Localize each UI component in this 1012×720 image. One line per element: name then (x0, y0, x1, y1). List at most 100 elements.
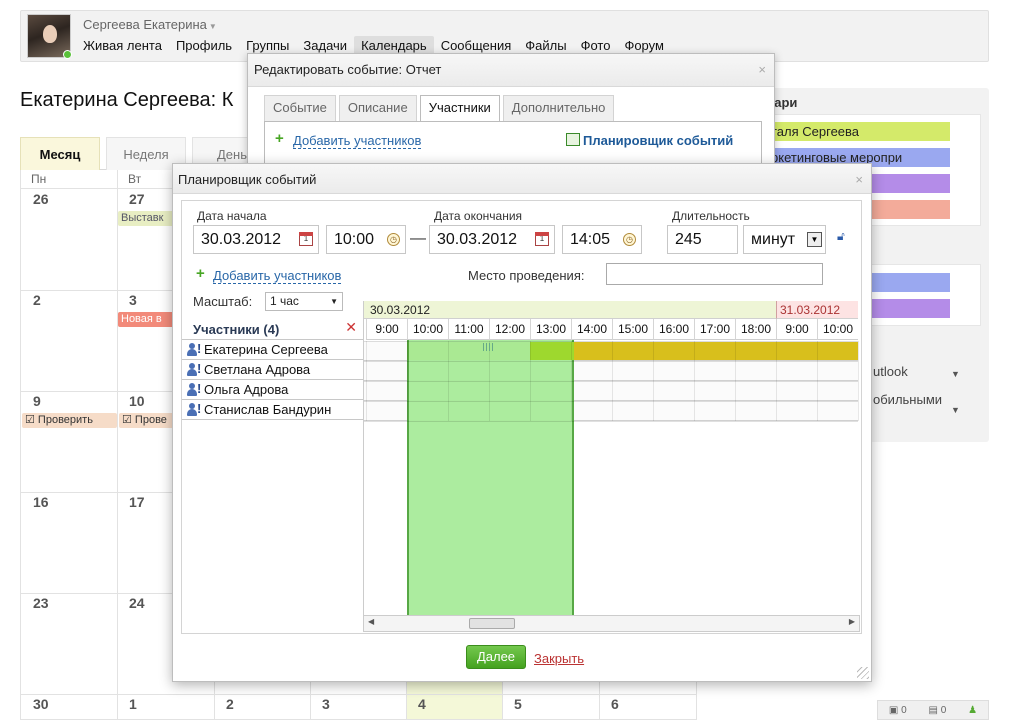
day-number[interactable]: 9 (33, 393, 41, 409)
day-number[interactable]: 26 (33, 191, 49, 207)
checkbox-icon: ☑ (122, 414, 135, 426)
resize-grip-icon[interactable] (857, 667, 869, 679)
date-header: 30.03.2012 (364, 301, 776, 319)
mobile-link[interactable]: обильными (873, 392, 942, 407)
clock-icon[interactable]: ◷ (623, 233, 636, 246)
tab-participants[interactable]: Участники (419, 95, 500, 121)
hour-label: 10:00 (407, 319, 448, 340)
dialog-title: Планировщик событий (178, 172, 317, 187)
required-icon: ! (197, 401, 202, 416)
messages-badge[interactable]: ▤ 0 (929, 705, 947, 716)
planner-link[interactable]: Планировщик событий (583, 133, 733, 148)
chevron-down-icon[interactable]: ▼ (951, 405, 960, 415)
clock-icon[interactable]: ◷ (387, 233, 400, 246)
calendar-event[interactable]: ☑ Проверить (22, 413, 117, 428)
remove-all-icon[interactable]: ✕ (345, 319, 357, 336)
calendar-icon[interactable]: 1 (535, 232, 549, 246)
horizontal-scrollbar[interactable]: ◀ ▶ (363, 615, 860, 632)
day-number[interactable]: 23 (33, 595, 49, 611)
required-icon: ! (197, 341, 202, 356)
tab-event[interactable]: Событие (264, 95, 336, 121)
tab-month[interactable]: Месяц (20, 137, 100, 170)
timeline-grid[interactable]: 30.03.2012 31.03.2012 9:00 10:00 11:00 12:00 1… (363, 301, 860, 615)
chat-icon: ▤ (928, 704, 938, 716)
start-date-field[interactable]: 30.03.2012 1 (193, 225, 319, 254)
outlook-link[interactable]: utlook (873, 364, 908, 379)
participant-row[interactable]: ! Екатерина Сергеева (182, 340, 363, 360)
calendar-event[interactable]: Выставк (118, 211, 178, 226)
close-link[interactable]: Закрыть (534, 651, 584, 666)
day-number[interactable]: 3 (322, 696, 330, 712)
chevron-down-icon: ▼ (807, 232, 822, 247)
scroll-right-icon[interactable]: ▶ (849, 617, 855, 626)
nav-item-feed[interactable]: Живая лента (76, 36, 169, 55)
tab-additional[interactable]: Дополнительно (502, 95, 615, 121)
day-number[interactable]: 24 (129, 595, 145, 611)
grid-line (364, 341, 858, 342)
badge-count: 0 (901, 704, 907, 716)
plus-icon: + (275, 130, 284, 147)
day-number[interactable]: 2 (33, 292, 41, 308)
add-participants-link[interactable]: Добавить участников (293, 133, 422, 149)
next-button[interactable]: Далее (466, 645, 526, 669)
hour-label: 15:00 (612, 319, 653, 340)
scroll-left-icon[interactable]: ◀ (368, 617, 374, 626)
day-number[interactable]: 30 (33, 696, 49, 712)
end-date-label: Дата окончания (434, 209, 523, 223)
day-number[interactable]: 6 (611, 696, 619, 712)
day-number[interactable]: 4 (418, 696, 426, 712)
duration-input[interactable]: 245 (667, 225, 738, 254)
participant-name: Ольга Адрова (204, 382, 289, 397)
day-number[interactable]: 10 (129, 393, 145, 409)
end-date-value: 30.03.2012 (437, 231, 518, 248)
day-number[interactable]: 1 (129, 696, 137, 712)
edit-event-dialog: Редактировать событие: Отчет × Событие О… (247, 53, 775, 174)
avatar-face (43, 25, 57, 43)
start-time-field[interactable]: 10:00 ◷ (326, 225, 406, 254)
user-status-icon[interactable]: ♟ (968, 705, 977, 716)
grid-line (364, 421, 858, 422)
chevron-down-icon[interactable]: ▼ (951, 369, 960, 379)
day-number[interactable]: 3 (129, 292, 137, 308)
participant-row[interactable]: ! Ольга Адрова (182, 380, 363, 400)
day-number[interactable]: 16 (33, 494, 49, 510)
hour-label: 14:00 (571, 319, 612, 340)
participant-row[interactable]: ! Светлана Адрова (182, 360, 363, 380)
day-number[interactable]: 5 (514, 696, 522, 712)
day-number[interactable]: 27 (129, 191, 145, 207)
calendar-icon[interactable]: 1 (299, 232, 313, 246)
day-number[interactable]: 2 (226, 696, 234, 712)
calendar-item[interactable]: таля Сергеева (761, 122, 950, 141)
close-icon[interactable]: × (758, 62, 766, 77)
start-time-value: 10:00 (334, 231, 375, 248)
dialog-title-bar[interactable]: Планировщик событий × (173, 164, 871, 194)
participant-row[interactable]: ! Станислав Бандурин (182, 400, 363, 420)
end-time-field[interactable]: 14:05 ◷ (562, 225, 642, 254)
scroll-thumb[interactable] (469, 618, 515, 629)
participants-title: Участники (4) (193, 322, 280, 337)
unlock-icon[interactable]: 🔓︎ (837, 229, 845, 244)
start-date-value: 30.03.2012 (201, 231, 282, 248)
calendar-event[interactable]: ☑ Прове (119, 413, 179, 428)
duration-label: Длительность (672, 209, 750, 223)
user-menu[interactable]: Сергеева Екатерина ▼ (83, 17, 217, 32)
participants-list: Участники (4) ✕ ! Екатерина Сергеева ! С… (182, 318, 363, 420)
add-participants-link[interactable]: Добавить участников (213, 268, 342, 284)
duration-unit-value: минут (751, 231, 796, 248)
scale-label: Масштаб: (193, 294, 253, 309)
location-input[interactable] (606, 263, 823, 285)
nav-item-profile[interactable]: Профиль (169, 36, 239, 55)
day-number[interactable]: 17 (129, 494, 145, 510)
duration-unit-select[interactable]: минут ▼ (743, 225, 826, 254)
calendar-event[interactable]: Новая в (118, 312, 178, 327)
avatar[interactable] (27, 14, 72, 59)
grid-line (364, 381, 858, 382)
end-date-field[interactable]: 30.03.2012 1 (429, 225, 555, 254)
range-dash: — (410, 230, 426, 247)
notifications-badge[interactable]: ▣ 0 (889, 705, 907, 716)
close-icon[interactable]: × (855, 172, 863, 187)
tab-description[interactable]: Описание (338, 95, 417, 121)
hour-label: 10:00 (817, 319, 858, 340)
dialog-title-bar[interactable]: Редактировать событие: Отчет × (248, 54, 774, 87)
scale-select[interactable]: 1 час ▼ (265, 292, 343, 311)
